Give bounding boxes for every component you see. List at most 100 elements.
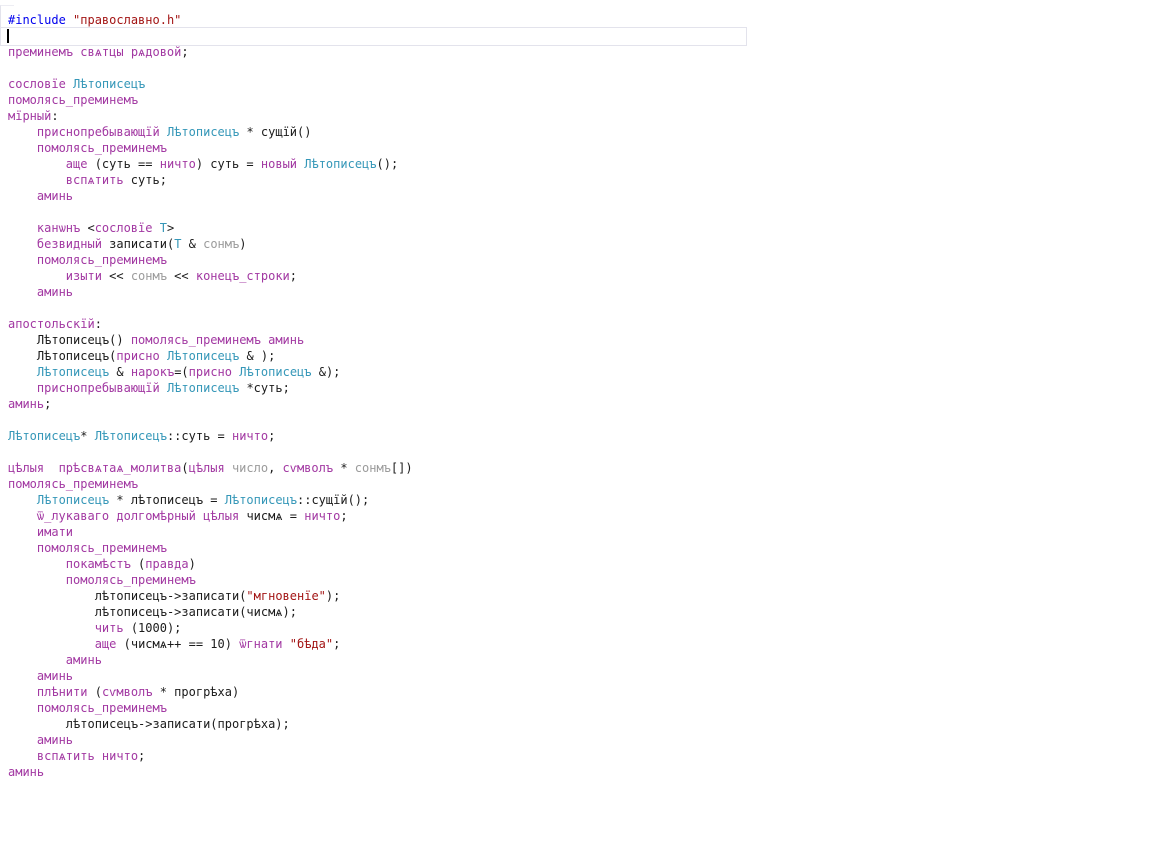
code-token bbox=[8, 749, 37, 763]
keyword-token: плѣнити bbox=[37, 685, 88, 699]
keyword-token: цѣлыя bbox=[189, 461, 225, 475]
code-token: ( bbox=[181, 461, 188, 475]
code-token: записати( bbox=[102, 237, 174, 251]
code-token: (1000); bbox=[124, 621, 182, 635]
keyword-token: канѡнъ bbox=[37, 221, 80, 235]
code-token bbox=[8, 541, 37, 555]
code-line: помолясь_преминемъ bbox=[8, 252, 1152, 268]
code-line: аминь bbox=[8, 284, 1152, 300]
keyword-token: помолясь_преминемъ bbox=[37, 541, 167, 555]
code-line: Лѣтописецъ* Лѣтописецъ::суть = ничто; bbox=[8, 428, 1152, 444]
string-token: "православно.h" bbox=[73, 13, 181, 27]
keyword-token: безвидный bbox=[37, 237, 102, 251]
code-token: ; bbox=[290, 269, 297, 283]
code-token bbox=[160, 125, 167, 139]
code-token bbox=[8, 637, 95, 651]
keyword-token: свѧтцы bbox=[80, 45, 123, 59]
code-token: лѣтописецъ->записати( bbox=[8, 589, 246, 603]
code-line: Лѣтописецъ & нарокъ=(присно Лѣтописецъ &… bbox=[8, 364, 1152, 380]
keyword-token: приснопребывающїй bbox=[37, 381, 160, 395]
code-line: лѣтописецъ->записати(прогрѣха); bbox=[8, 716, 1152, 732]
parameter-token: число bbox=[232, 461, 268, 475]
code-line: вспѧтить суть; bbox=[8, 172, 1152, 188]
code-editor[interactable]: #include "православно.h"преминемъ свѧтцы… bbox=[0, 0, 1152, 858]
type-token: Лѣтописецъ bbox=[37, 493, 109, 507]
code-line: покамѣстъ (правда) bbox=[8, 556, 1152, 572]
keyword-token: аминь bbox=[37, 733, 73, 747]
keyword-token: ничто bbox=[232, 429, 268, 443]
code-line: безвидный записати(T & сонмъ) bbox=[8, 236, 1152, 252]
code-token: ( bbox=[87, 685, 101, 699]
keyword-token: помолясь_преминемъ bbox=[8, 477, 138, 491]
code-token bbox=[8, 365, 37, 379]
code-token: Лѣтописецъ() bbox=[8, 333, 131, 347]
code-token: , bbox=[268, 461, 282, 475]
code-line bbox=[8, 300, 1152, 316]
code-token: Лѣтописецъ( bbox=[8, 349, 116, 363]
keyword-token: помолясь_преминемъ bbox=[37, 141, 167, 155]
code-line: сословїе Лѣтописецъ bbox=[8, 76, 1152, 92]
code-token bbox=[8, 253, 37, 267]
keyword-token: сѵмволъ bbox=[283, 461, 334, 475]
code-token bbox=[8, 509, 37, 523]
code-token: ) bbox=[189, 557, 196, 571]
code-line: имати bbox=[8, 524, 1152, 540]
code-token bbox=[8, 525, 37, 539]
code-line: помолясь_преминемъ bbox=[8, 700, 1152, 716]
code-token bbox=[152, 221, 159, 235]
code-token bbox=[8, 493, 37, 507]
parameter-token: сонмъ bbox=[355, 461, 391, 475]
code-token bbox=[8, 237, 37, 251]
code-token bbox=[8, 141, 37, 155]
code-line: изыти << сонмъ << конецъ_строки; bbox=[8, 268, 1152, 284]
code-line: чить (1000); bbox=[8, 620, 1152, 636]
code-line: аще (суть == ничто) суть = новый Лѣтопис… bbox=[8, 156, 1152, 172]
code-line: Лѣтописецъ(присно Лѣтописецъ & ); bbox=[8, 348, 1152, 364]
text-cursor bbox=[7, 29, 9, 43]
code-token: & bbox=[181, 237, 203, 251]
code-token bbox=[8, 557, 66, 571]
code-token: ); bbox=[326, 589, 340, 603]
keyword-token: аще bbox=[66, 157, 88, 171]
keyword-token: нарокъ bbox=[131, 365, 174, 379]
code-token bbox=[8, 653, 66, 667]
type-token: Лѣтописецъ bbox=[225, 493, 297, 507]
code-line: апостольскїй: bbox=[8, 316, 1152, 332]
code-token bbox=[8, 173, 66, 187]
keyword-token: аминь bbox=[8, 765, 44, 779]
keyword-token: аще bbox=[95, 637, 117, 651]
code-token bbox=[8, 621, 95, 635]
keyword-token: правда bbox=[145, 557, 188, 571]
code-token: & ); bbox=[239, 349, 275, 363]
type-token: Лѣтописецъ bbox=[73, 77, 145, 91]
code-line: аминь; bbox=[8, 396, 1152, 412]
keyword-token: помолясь_преминемъ bbox=[66, 573, 196, 587]
code-line: помолясь_преминемъ bbox=[8, 92, 1152, 108]
keyword-token: присно bbox=[116, 349, 159, 363]
page: { "editor": { "language_hint": "church-s… bbox=[0, 0, 1152, 858]
keyword-token: имати bbox=[37, 525, 73, 539]
code-line bbox=[8, 28, 1152, 44]
keyword-token: цѣлыя bbox=[203, 509, 239, 523]
code-token: (суть == bbox=[87, 157, 159, 171]
code-token bbox=[95, 749, 102, 763]
code-token: ) суть = bbox=[196, 157, 261, 171]
code-token: << bbox=[167, 269, 196, 283]
code-token: лѣтописецъ->записати(прогрѣха); bbox=[8, 717, 290, 731]
code-token bbox=[160, 381, 167, 395]
keyword-token: аминь bbox=[37, 669, 73, 683]
code-token bbox=[8, 701, 37, 715]
code-token: &); bbox=[312, 365, 341, 379]
code-token: ::сущїй(); bbox=[297, 493, 369, 507]
keyword-token: вспѧтить bbox=[37, 749, 95, 763]
code-token: (чисмѧ++ == 10) bbox=[116, 637, 239, 651]
code-token: * прогрѣха) bbox=[153, 685, 240, 699]
code-token: ; bbox=[181, 45, 188, 59]
code-token bbox=[8, 125, 37, 139]
keyword-token: ѿгнати bbox=[239, 637, 282, 651]
code-token bbox=[160, 349, 167, 363]
code-token: * bbox=[333, 461, 355, 475]
string-token: "мгновенїе" bbox=[246, 589, 325, 603]
code-token: *суть; bbox=[239, 381, 290, 395]
parameter-token: сонмъ bbox=[131, 269, 167, 283]
